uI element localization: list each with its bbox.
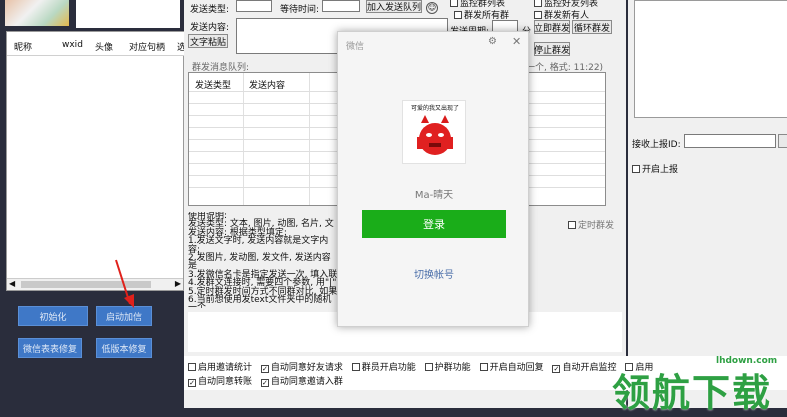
report-id-input[interactable]: [684, 134, 776, 148]
auto-accept-invite-option[interactable]: ✓ 自动同意邀请入群: [260, 377, 343, 387]
instruction-line: 2.发图片, 发动图, 发文件, 发送内容是: [188, 253, 331, 272]
account-list-header: 昵称 wxid 头像 对应句柄 选: [7, 32, 186, 56]
report-id-button[interactable]: [778, 134, 787, 148]
column-avatar[interactable]: 头像: [95, 40, 113, 53]
left-panel: 昵称 wxid 头像 对应句柄 选 ◀ ▶ 初始化 启动加信 微信表表修复 低版…: [0, 0, 186, 408]
scroll-left-icon[interactable]: ◀: [9, 279, 15, 288]
column-handle[interactable]: 对应句柄: [129, 40, 165, 53]
queue-header-type[interactable]: 发送类型: [195, 78, 231, 91]
instructions-box: 使用说明: 发送类型: 文本, 图片, 动图, 名片, 文 发送内容: 根据类型…: [188, 212, 338, 308]
wx-repair-button[interactable]: 微信表表修复: [18, 338, 82, 358]
invite-stats-option[interactable]: 启用邀请统计: [188, 363, 252, 373]
switch-account-link[interactable]: 切换帐号: [338, 266, 530, 281]
wait-time-label: 等待时间:: [280, 5, 320, 15]
scroll-right-icon[interactable]: ▶: [175, 279, 181, 288]
member-function-option[interactable]: 群员开启功能: [351, 363, 416, 373]
low-version-repair-button[interactable]: 低版本修复: [96, 338, 152, 358]
username: Ma-晴天: [414, 190, 454, 201]
instruction-line: 1.发送文字时, 发送内容就是文字内容;: [188, 236, 329, 255]
loop-group-send-button[interactable]: 循环群发: [572, 20, 612, 34]
account-list: 昵称 wxid 头像 对应句柄 选 ◀ ▶: [6, 31, 186, 291]
stop-group-send-button[interactable]: 停止群发: [534, 42, 570, 56]
init-button[interactable]: 初始化: [18, 306, 88, 326]
avatar: 可爱的我又出现了: [402, 100, 466, 164]
start-group-send-button[interactable]: 立即群发: [534, 20, 570, 34]
auto-monitor-option[interactable]: ✓ 自动开启监控: [552, 363, 616, 373]
queue-header-content[interactable]: 发送内容: [249, 78, 285, 91]
timed-send-option[interactable]: 定时群发: [568, 218, 614, 231]
settings-icon[interactable]: ⚙: [488, 36, 497, 47]
wechat-login-dialog: 微信 ⚙ ✕ 可爱的我又出现了 Ma-晴天 登录 切换帐号: [337, 31, 529, 327]
instruction-line: 6.当前想使用发text文件夹中的随机一个: [188, 295, 332, 308]
bottom-row-2: ✓ 自动同意转账 ✓ 自动同意邀请入群: [188, 374, 343, 387]
smiley-icon[interactable]: ☺: [426, 2, 438, 14]
text-paste-button[interactable]: 文字粘贴: [188, 34, 228, 48]
send-content-label: 发送内容:: [190, 23, 230, 33]
login-button[interactable]: 登录: [362, 210, 506, 238]
right-panel: 接收上报ID: 开启上报: [626, 0, 787, 408]
app-logo: [5, 0, 69, 26]
auto-accept-transfer-option[interactable]: ✓ 自动同意转账: [188, 377, 252, 387]
top-left-strip: [76, 0, 180, 28]
bottom-row-1: 启用邀请统计 ✓ 自动同意好友请求 群员开启功能 护群功能 开启自动回复 ✓ 自动开…: [188, 360, 653, 373]
column-wxid[interactable]: wxid: [62, 40, 83, 50]
right-list: [634, 0, 787, 118]
add-queue-button[interactable]: 加入发送队列: [366, 0, 422, 13]
auto-reply-option[interactable]: 开启自动回复: [479, 363, 544, 373]
enable-report-option[interactable]: 开启上报: [632, 162, 678, 175]
avatar-caption: 可爱的我又出现了: [410, 105, 459, 112]
red-monster-avatar-icon: [417, 115, 453, 155]
close-icon[interactable]: ✕: [512, 35, 521, 48]
send-type-label: 发送类型:: [190, 5, 230, 15]
group-guard-option[interactable]: 护群功能: [424, 363, 471, 373]
horizontal-scrollbar[interactable]: ◀ ▶: [7, 278, 183, 290]
report-id-label: 接收上报ID:: [632, 140, 681, 150]
dialog-title: 微信: [346, 42, 365, 52]
column-nickname[interactable]: 昵称: [14, 40, 32, 53]
wait-time-input[interactable]: [322, 0, 360, 12]
send-type-input[interactable]: [236, 0, 272, 12]
watermark-brand: 领航下载: [612, 371, 773, 415]
auto-accept-friend-option[interactable]: ✓ 自动同意好友请求: [260, 363, 343, 373]
red-arrow-annotation: [115, 259, 134, 308]
